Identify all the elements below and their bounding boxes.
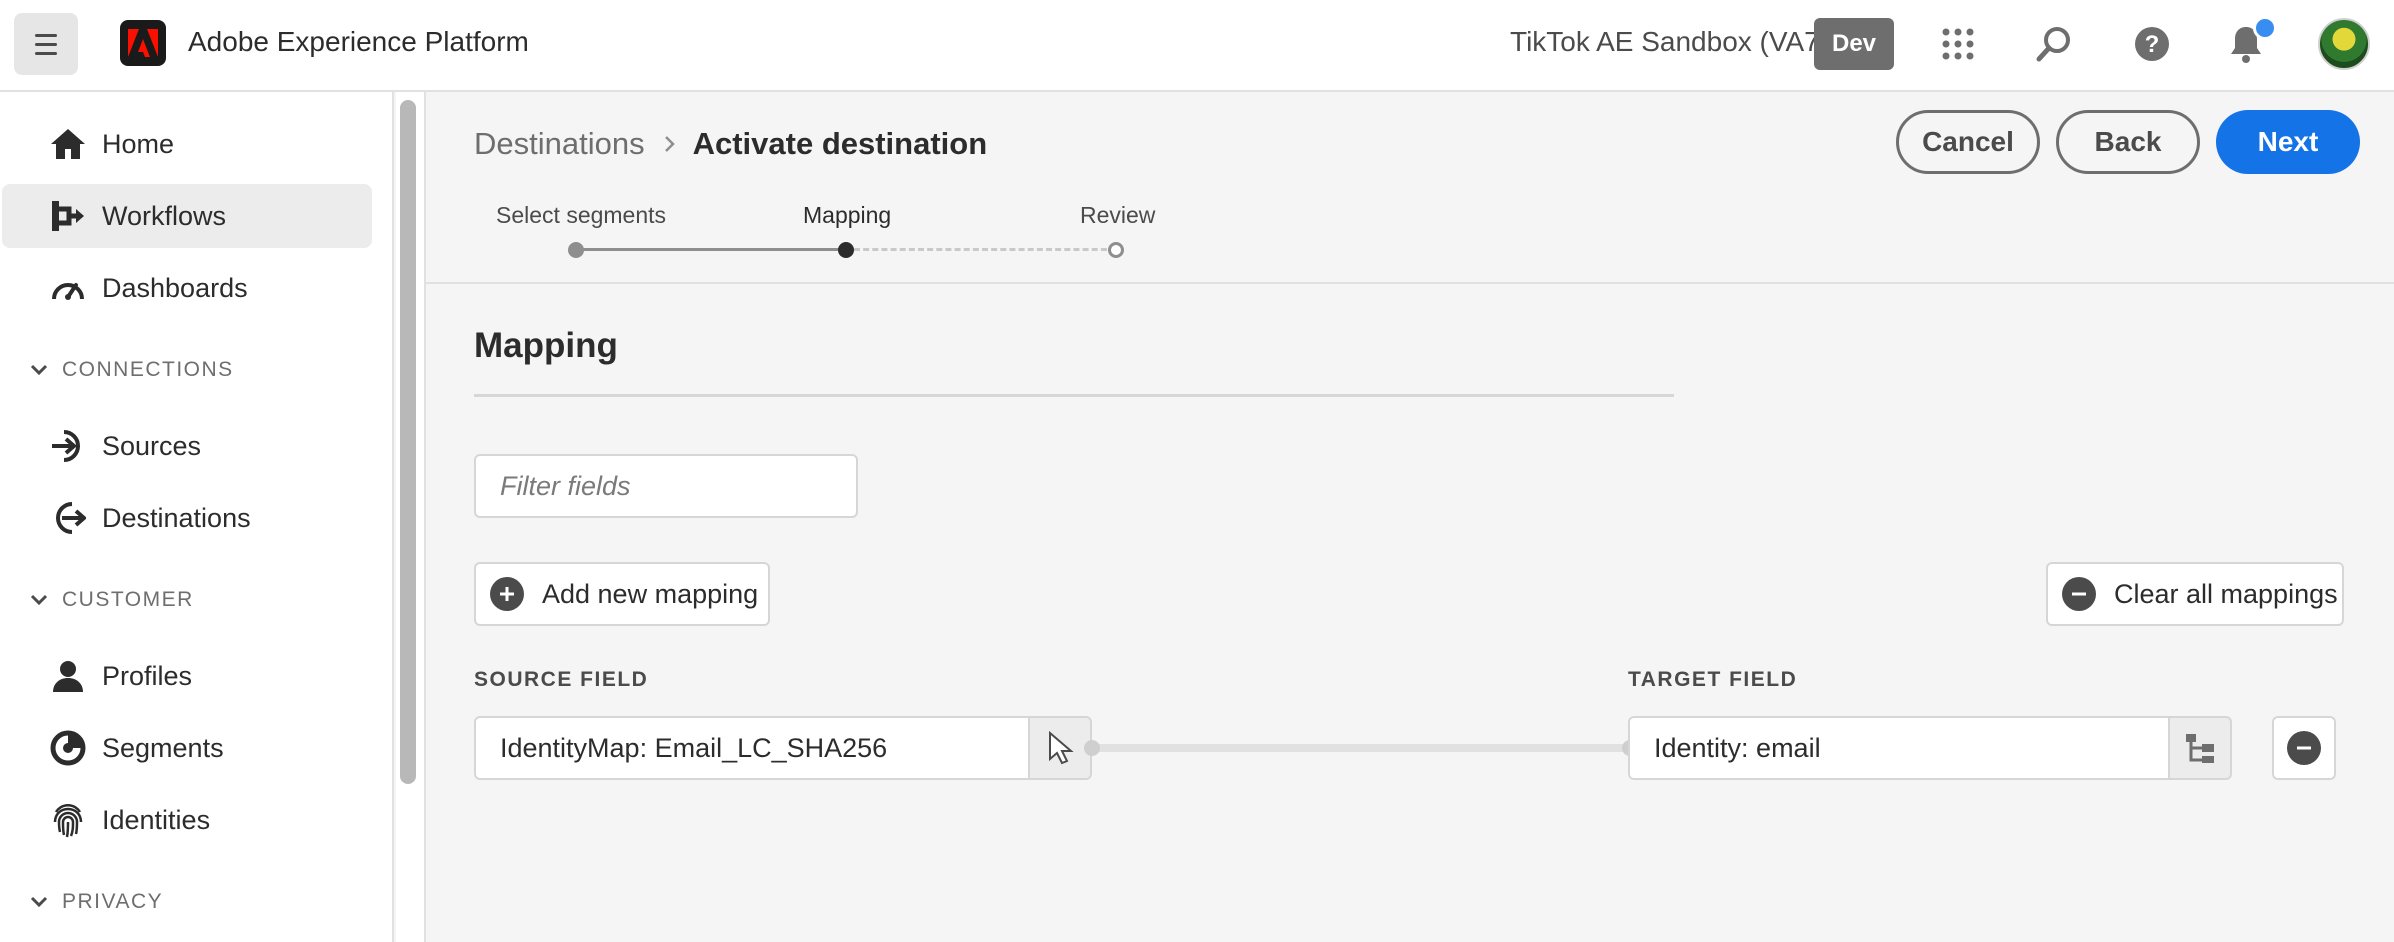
menu-line: [35, 42, 57, 46]
section-customer-toggle[interactable]: CUSTOMER: [30, 588, 194, 612]
sidebar-item-workflows[interactable]: Workflows: [2, 184, 372, 248]
help-icon[interactable]: ?: [2128, 20, 2176, 68]
cancel-button[interactable]: Cancel: [1896, 110, 2040, 174]
destinations-icon: [48, 498, 88, 538]
section-title: PRIVACY: [62, 890, 164, 913]
remove-circle-icon: [2062, 577, 2096, 611]
segments-icon: [48, 728, 88, 768]
sidebar-item-label: Identities: [102, 804, 211, 835]
chevron-down-icon: [30, 364, 48, 376]
app-title[interactable]: Adobe Experience Platform: [188, 26, 529, 58]
next-button[interactable]: Next: [2216, 110, 2360, 174]
section-title: CUSTOMER: [62, 588, 194, 611]
add-new-mapping-button[interactable]: Add new mapping: [474, 562, 770, 626]
menu-line: [35, 51, 57, 55]
sidebar-item-label: Segments: [102, 732, 224, 763]
source-field-input[interactable]: IdentityMap: Email_LC_SHA256: [474, 716, 1030, 780]
mapping-connector: [1090, 744, 1632, 752]
chevron-down-icon: [30, 594, 48, 606]
sandbox-switcher[interactable]: TikTok AE Sandbox (VA7): [1510, 26, 1829, 58]
filter-fields-input[interactable]: [474, 454, 858, 518]
step-select-segments[interactable]: Select segments: [496, 202, 666, 229]
workflow-icon: [48, 196, 88, 236]
step-dot-current: [838, 242, 854, 258]
clear-all-mappings-button[interactable]: Clear all mappings: [2046, 562, 2344, 626]
sidebar-item-label: Destinations: [102, 502, 251, 533]
step-mapping[interactable]: Mapping: [803, 202, 891, 229]
stepper-track-pending: [854, 248, 1116, 251]
sidebar-item-dashboards[interactable]: Dashboards: [2, 256, 372, 320]
chevron-down-icon: [30, 896, 48, 908]
sources-icon: [48, 426, 88, 466]
add-new-mapping-label: Add new mapping: [542, 578, 759, 609]
step-review[interactable]: Review: [1080, 202, 1155, 229]
menu-line: [35, 33, 57, 37]
sidebar-item-profiles[interactable]: Profiles: [2, 644, 372, 708]
top-bar: Adobe Experience Platform TikTok AE Sand…: [0, 0, 2394, 92]
remove-circle-icon: [2287, 731, 2321, 765]
cursor-arrow-icon: [1049, 731, 1074, 765]
source-field-header: SOURCE FIELD: [474, 668, 649, 691]
sidebar-item-segments[interactable]: Segments: [2, 716, 372, 780]
home-icon: [48, 124, 88, 164]
sidebar-item-home[interactable]: Home: [2, 112, 372, 176]
sidebar-item-label: Workflows: [102, 200, 227, 231]
section-title: CONNECTIONS: [62, 358, 234, 381]
svg-text:?: ?: [2145, 31, 2160, 58]
schema-tree-icon: [2186, 734, 2214, 763]
adobe-logo-icon[interactable]: [120, 20, 166, 66]
select-target-button[interactable]: [2168, 716, 2232, 780]
sidebar-item-label: Profiles: [102, 660, 193, 691]
sidebar-item-label: Home: [102, 128, 175, 159]
sidebar-item-sources[interactable]: Sources: [2, 414, 372, 478]
page-title: Activate destination: [692, 126, 988, 161]
sidebar-item-identities[interactable]: Identities: [2, 788, 372, 852]
env-badge: Dev: [1814, 18, 1894, 70]
chevron-right-icon: [663, 129, 675, 160]
section-title-mapping: Mapping: [474, 326, 618, 365]
stepper-track-complete: [576, 248, 846, 251]
sidebar-item-label: Sources: [102, 430, 202, 461]
step-dot-complete: [568, 242, 584, 258]
add-circle-icon: [490, 577, 524, 611]
dashboard-icon: [48, 268, 88, 308]
sidebar-item-label: Dashboards: [102, 272, 248, 303]
section-connections-toggle[interactable]: CONNECTIONS: [30, 358, 234, 382]
breadcrumb-destinations-link[interactable]: Destinations: [474, 126, 645, 162]
search-icon[interactable]: [2030, 20, 2078, 68]
profile-icon: [48, 656, 88, 696]
sidebar-item-destinations[interactable]: Destinations: [2, 486, 372, 550]
hamburger-menu-button[interactable]: [14, 13, 78, 75]
apps-grid-icon[interactable]: [1934, 20, 1982, 68]
notification-badge: [2253, 16, 2277, 40]
target-field-input[interactable]: Identity: email: [1628, 716, 2170, 780]
header-divider: [426, 282, 2394, 284]
target-field-header: TARGET FIELD: [1628, 668, 1798, 691]
avatar[interactable]: [2318, 18, 2370, 70]
remove-mapping-button[interactable]: [2272, 716, 2336, 780]
sidebar: Home Workflows Dashboards CONNECTIONS So…: [0, 92, 394, 942]
clear-all-mappings-label: Clear all mappings: [2114, 578, 2338, 609]
breadcrumb: Destinations Activate destination: [474, 126, 987, 162]
back-button[interactable]: Back: [2056, 110, 2200, 174]
step-dot-pending: [1108, 242, 1124, 258]
section-privacy-toggle[interactable]: PRIVACY: [30, 890, 163, 914]
section-divider: [474, 394, 1674, 397]
fingerprint-icon: [48, 800, 88, 840]
select-source-button[interactable]: [1028, 716, 1092, 780]
connector-dot-source: [1084, 740, 1100, 756]
sidebar-scrollbar-thumb[interactable]: [400, 100, 416, 784]
